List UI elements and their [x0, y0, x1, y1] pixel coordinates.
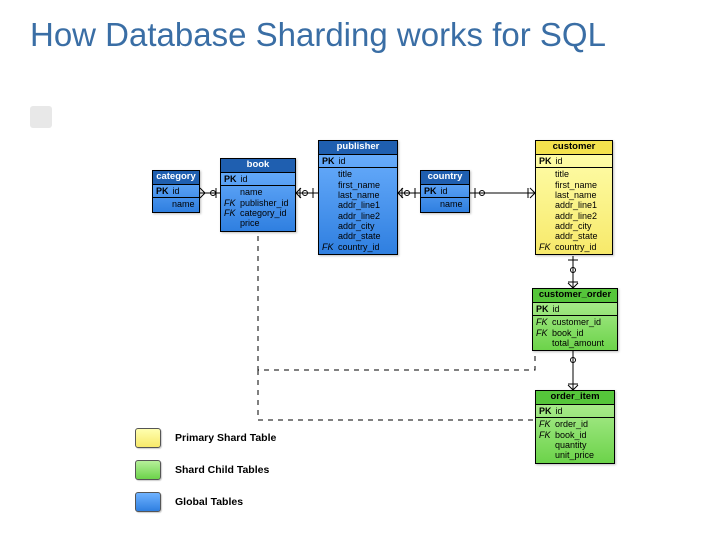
entity-country: country PKid name	[420, 170, 470, 213]
entity-header: category	[153, 171, 199, 185]
entity-publisher: publisher PKid title first_name last_nam…	[318, 140, 398, 255]
entity-header: customer_order	[533, 289, 617, 303]
legend-row-primary: Primary Shard Table	[135, 428, 276, 448]
legend-label: Global Tables	[175, 496, 243, 508]
entity-customer: customer PKid title first_name last_name…	[535, 140, 613, 255]
legend-swatch-yellow	[135, 428, 161, 448]
entity-category: category PKid name	[152, 170, 200, 213]
legend-label: Shard Child Tables	[175, 464, 269, 476]
relationship-lines	[0, 0, 728, 546]
entity-book: book PKid name FKpublisher_id FKcategory…	[220, 158, 296, 232]
legend-swatch-green	[135, 460, 161, 480]
diagram-canvas: category PKid name book PKid name FKpubl…	[0, 0, 728, 546]
entity-header: customer	[536, 141, 612, 155]
entity-header: publisher	[319, 141, 397, 155]
entity-header: book	[221, 159, 295, 173]
legend-swatch-blue	[135, 492, 161, 512]
legend-row-global: Global Tables	[135, 492, 276, 512]
legend-label: Primary Shard Table	[175, 432, 276, 444]
entity-header: country	[421, 171, 469, 185]
legend: Primary Shard Table Shard Child Tables G…	[135, 428, 276, 524]
pk-row: PKid	[153, 185, 199, 198]
entity-order-item: order_item PKid FKorder_id FKbook_id qua…	[535, 390, 615, 464]
legend-row-child: Shard Child Tables	[135, 460, 276, 480]
entity-customer-order: customer_order PKid FKcustomer_id FKbook…	[532, 288, 618, 351]
entity-header: order_item	[536, 391, 614, 405]
